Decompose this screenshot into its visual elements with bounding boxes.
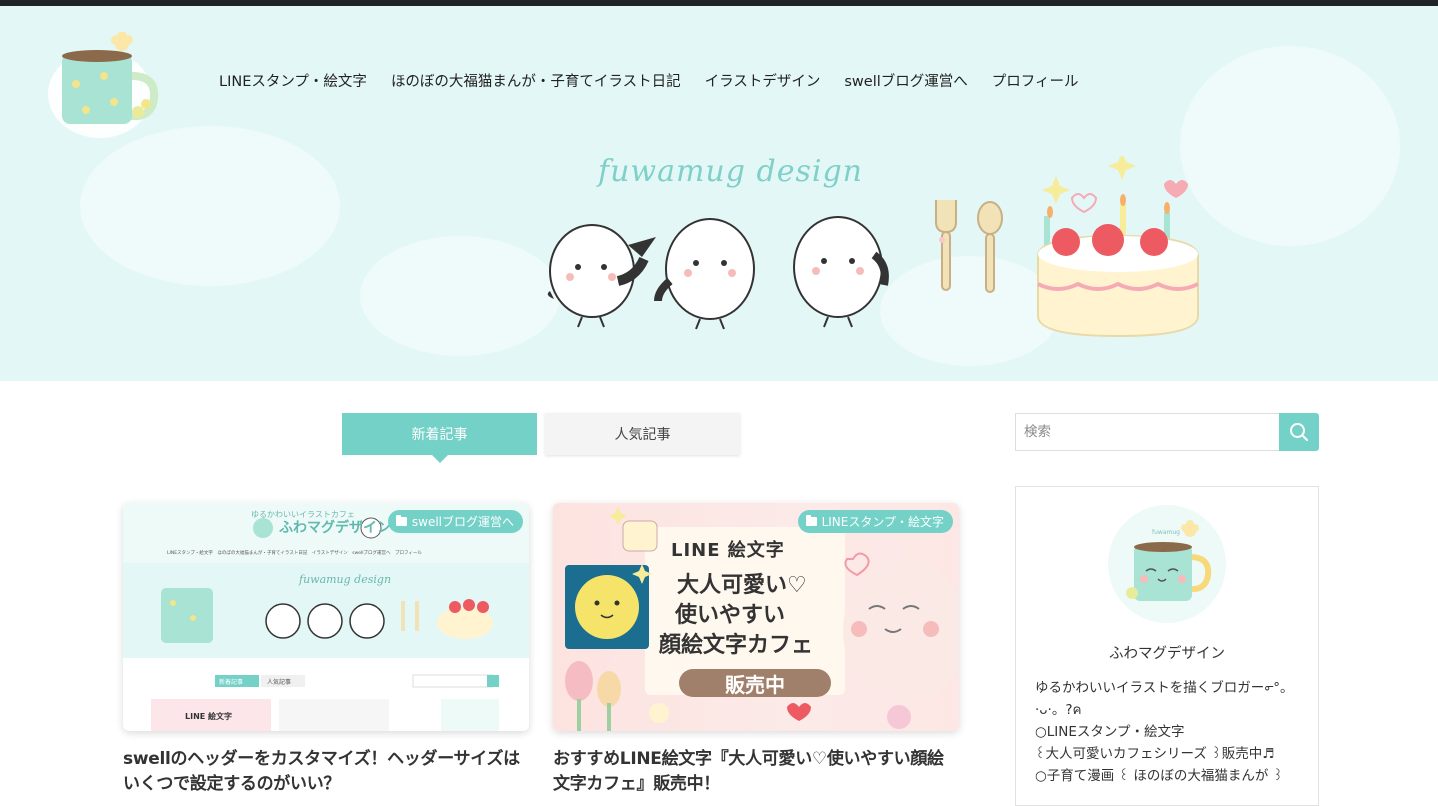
nav-item-manga-diary[interactable]: ほのぼの大福猫まんが・子育てイラスト日記 (379, 66, 693, 95)
bg-cloud (1180, 46, 1400, 246)
bg-cloud (360, 236, 560, 356)
profile-widget: fuwamug ふわマグデザイン ゆるかわいいイラストを描くブロガー൳°。 ·ᴗ… (1015, 486, 1319, 806)
profile-description: ゆるかわいいイラストを描くブロガー൳°。 ·ᴗ·。?ค ○LINEスタンプ・絵文… (1035, 680, 1294, 784)
thumb-mini-tab-new: 新着記事 (219, 679, 244, 686)
header-screenshot-image (123, 503, 529, 731)
post-tabs: 新着記事 人気記事 (342, 413, 740, 463)
search-form (1015, 413, 1319, 451)
avatar: fuwamug (1108, 505, 1226, 623)
thumb-mini-line: LINE 絵文字 (185, 712, 233, 721)
site-header: LINEスタンプ・絵文字 ほのぼの大福猫まんが・子育てイラスト日記 イラストデザ… (0, 6, 1438, 381)
category-label: swellブログ運営へ (411, 515, 514, 529)
thumb-site-name: ふわマグデザイン (279, 520, 391, 536)
global-nav: LINEスタンプ・絵文字 ほのぼの大福猫まんが・子育てイラスト日記 イラストデザ… (207, 66, 1091, 95)
thumb-line-label: LINE 絵文字 (671, 540, 785, 561)
category-badge[interactable]: swellブログ運営へ (387, 510, 523, 533)
category-label: LINEスタンプ・絵文字 (821, 515, 944, 529)
tab-popular-posts[interactable]: 人気記事 (545, 413, 740, 455)
post-thumbnail[interactable]: LINE 絵文字 大人可愛い♡ 使いやすい 顔絵文字カフェ 販売中 LINEスタ… (553, 503, 959, 731)
search-input[interactable] (1015, 413, 1280, 451)
thumb-sale-label: 販売中 (725, 673, 785, 697)
site-logo[interactable] (48, 31, 164, 140)
nav-item-line-stamps[interactable]: LINEスタンプ・絵文字 (207, 66, 379, 95)
search-icon (1290, 423, 1308, 441)
tab-new-posts[interactable]: 新着記事 (342, 413, 537, 463)
post-card[interactable]: LINE 絵文字 大人可愛い♡ 使いやすい 顔絵文字カフェ 販売中 LINEスタ… (553, 503, 959, 796)
thumb-line-1: 大人可愛い♡ (677, 573, 807, 598)
nav-item-swell-blog[interactable]: swellブログ運営へ (832, 66, 979, 95)
thumb-line-2: 使いやすい (675, 603, 786, 628)
brand-script: fuwamug design (598, 154, 863, 189)
nav-item-illust-design[interactable]: イラストデザイン (693, 66, 833, 95)
cutlery-illustration (935, 200, 1003, 293)
post-title[interactable]: swellのヘッダーをカスタマイズ！ヘッダーサイズはいくつで設定するのがいい？ (123, 747, 529, 796)
nav-item-profile[interactable]: プロフィール (980, 66, 1091, 95)
category-badge[interactable]: LINEスタンプ・絵文字 (797, 510, 953, 533)
thumb-line-3: 顔絵文字カフェ (659, 633, 814, 658)
thumb-script: fuwamug design (299, 573, 392, 586)
bg-cloud (80, 126, 340, 286)
birds-illustration (547, 216, 889, 330)
post-thumbnail[interactable]: ゆるかわいいイラストカフェ ふわマグデザイン LINEスタンプ・絵文字 ほのぼの… (123, 503, 529, 731)
thumb-mini-nav: LINEスタンプ・絵文字 ほのぼの大福猫まんが・子育てイラスト日記 イラストデザ… (167, 551, 422, 556)
post-title[interactable]: おすすめLINE絵文字『大人可愛い♡使いやすい顔絵文字カフェ』販売中！ (553, 747, 959, 796)
folder-icon (395, 515, 407, 526)
thumb-mini-tab-popular: 人気記事 (267, 679, 292, 686)
avatar-mug-label: fuwamug (1152, 529, 1180, 536)
post-card[interactable]: ゆるかわいいイラストカフェ ふわマグデザイン LINEスタンプ・絵文字 ほのぼの… (123, 503, 529, 796)
cake-illustration (1037, 156, 1199, 338)
profile-name: ふわマグデザイン (1109, 646, 1225, 662)
search-button[interactable] (1279, 413, 1319, 451)
folder-icon (805, 515, 817, 526)
